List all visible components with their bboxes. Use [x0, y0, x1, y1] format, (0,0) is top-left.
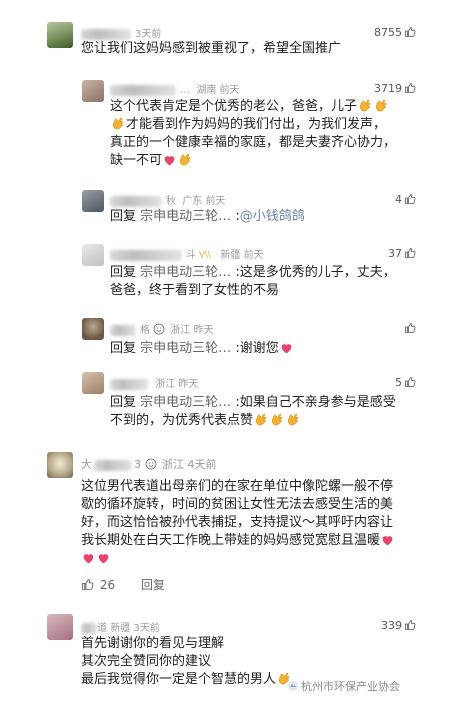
- comment-3: 秋 广东 前天 4 回复 宗申电动三轮… :@小钱鸽鸽: [0, 186, 450, 236]
- avatar[interactable]: [82, 244, 104, 266]
- reply-text: 回复 宗申电动三轮… :@小钱鸽鸽: [110, 209, 305, 224]
- watermark-logo-icon: [287, 680, 299, 692]
- vip-badge-icon: [199, 248, 215, 260]
- like-count: 37: [388, 247, 402, 260]
- heart-icon: [82, 552, 95, 564]
- thumb-up-icon[interactable]: [404, 619, 416, 631]
- clap-icon: [286, 412, 300, 426]
- comment-2: … 湖南 前天 3719 这个代表肯定是个优秀的老公，爸爸，儿子 才能看到作为妈…: [0, 70, 450, 180]
- avatar[interactable]: [82, 190, 104, 212]
- comment-meta: 格 浙江 昨天: [110, 321, 214, 336]
- comment-6: 浙江 昨天 5 回复 宗申电动三轮… :如果自己不亲身参与是感受 不到的，为优秀…: [0, 370, 450, 440]
- comment-meta: 斗 新疆 前天: [110, 246, 264, 261]
- comment-meta: 大3 浙江 4天前: [81, 458, 217, 471]
- avatar[interactable]: [82, 372, 104, 394]
- like-count: 4: [395, 193, 402, 206]
- username-blurred[interactable]: [81, 28, 131, 40]
- clap-icon: [254, 412, 268, 426]
- avatar[interactable]: [47, 614, 73, 640]
- mention-link[interactable]: @小钱鸽鸽: [240, 209, 305, 224]
- comment-text: 您让我们这妈妈感到被重视了，希望全国推广: [81, 41, 342, 56]
- clap-icon: [178, 152, 192, 166]
- thumb-up-icon[interactable]: [404, 26, 416, 38]
- avatar[interactable]: [82, 318, 104, 340]
- heart-icon: [381, 534, 394, 546]
- comment-4: 斗 新疆 前天 37 回复 宗申电动三轮… :这是多优秀的儿子，丈夫， 爸爸，终…: [0, 242, 450, 308]
- comment-actions: 26 回复: [81, 576, 165, 593]
- comment-meta: 3天前: [81, 25, 161, 40]
- reply-target[interactable]: 宗申电动三轮…: [140, 209, 231, 224]
- thumb-up-icon[interactable]: [404, 322, 416, 334]
- like-count: 339: [381, 619, 402, 632]
- comment-meta: 秋 广东 前天: [110, 192, 226, 207]
- comment-5: 格 浙江 昨天 回复 宗申电动三轮… :谢谢您: [0, 316, 450, 364]
- username-blurred[interactable]: [110, 324, 136, 336]
- clap-icon: [270, 412, 284, 426]
- heart-icon: [280, 342, 293, 354]
- heart-icon: [97, 552, 110, 564]
- username-blurred[interactable]: [81, 622, 97, 634]
- username-blurred[interactable]: [94, 459, 132, 471]
- avatar[interactable]: [82, 80, 104, 102]
- thumb-up-icon[interactable]: [404, 193, 416, 205]
- reply-button[interactable]: 回复: [141, 578, 165, 592]
- reply-target[interactable]: 宗申电动三轮…: [140, 341, 231, 356]
- comment-text: 这个代表肯定是个优秀的老公，爸爸，儿子 才能看到作为妈妈的我们付出，为我们发声，…: [110, 98, 397, 168]
- reply-text: 回复 宗申电动三轮… :谢谢您: [110, 340, 294, 358]
- clap-icon: [358, 98, 372, 112]
- username-blurred[interactable]: [110, 249, 182, 261]
- username-blurred[interactable]: [110, 195, 162, 207]
- smile-badge-icon: [153, 323, 165, 335]
- comment-meta: 道 新疆 3天前: [81, 619, 160, 634]
- comment-text: 这位男代表道出母亲们的在家在单位中像陀螺一般不停 歇的循环旋转，时间的贫困让女性…: [81, 478, 411, 568]
- username-blurred[interactable]: [110, 84, 176, 96]
- thumb-up-icon[interactable]: [404, 82, 416, 94]
- username-blurred[interactable]: [110, 378, 148, 390]
- like-count: 3719: [374, 82, 402, 95]
- watermark: 杭州市环保产业协会: [287, 678, 400, 694]
- reply-target[interactable]: 宗申电动三轮…: [140, 395, 231, 410]
- reply-text: 回复 宗申电动三轮… :这是多优秀的儿子，丈夫， 爸爸，终于看到了女性的不易: [110, 265, 396, 298]
- reply-text: 回复 宗申电动三轮… :如果自己不亲身参与是感受 不到的，为优秀代表点赞: [110, 395, 396, 428]
- thumb-up-icon[interactable]: [81, 578, 94, 591]
- like-count: 5: [395, 376, 402, 389]
- smile-badge-icon: [145, 458, 157, 470]
- thumb-up-icon[interactable]: [404, 376, 416, 388]
- comment-meta: … 湖南 前天: [110, 81, 240, 96]
- clap-icon: [111, 116, 125, 130]
- heart-icon: [163, 154, 176, 166]
- comment-1: 3天前 8755 您让我们这妈妈感到被重视了，希望全国推广: [0, 0, 450, 58]
- avatar[interactable]: [47, 452, 73, 478]
- comment-7: 大3 浙江 4天前 这位男代表道出母亲们的在家在单位中像陀螺一般不停 歇的循环旋…: [0, 448, 450, 600]
- comment-text: 首先谢谢你的看见与理解 其次完全赞同你的建议 最后我觉得你一定是个智慧的男人: [81, 635, 301, 689]
- like-action[interactable]: 26: [81, 578, 115, 592]
- comment-meta: 浙江 昨天: [110, 375, 198, 390]
- like-count: 8755: [374, 26, 402, 39]
- avatar[interactable]: [47, 22, 73, 48]
- clap-icon: [374, 98, 388, 112]
- reply-target[interactable]: 宗申电动三轮…: [140, 265, 231, 280]
- thumb-up-icon[interactable]: [404, 247, 416, 259]
